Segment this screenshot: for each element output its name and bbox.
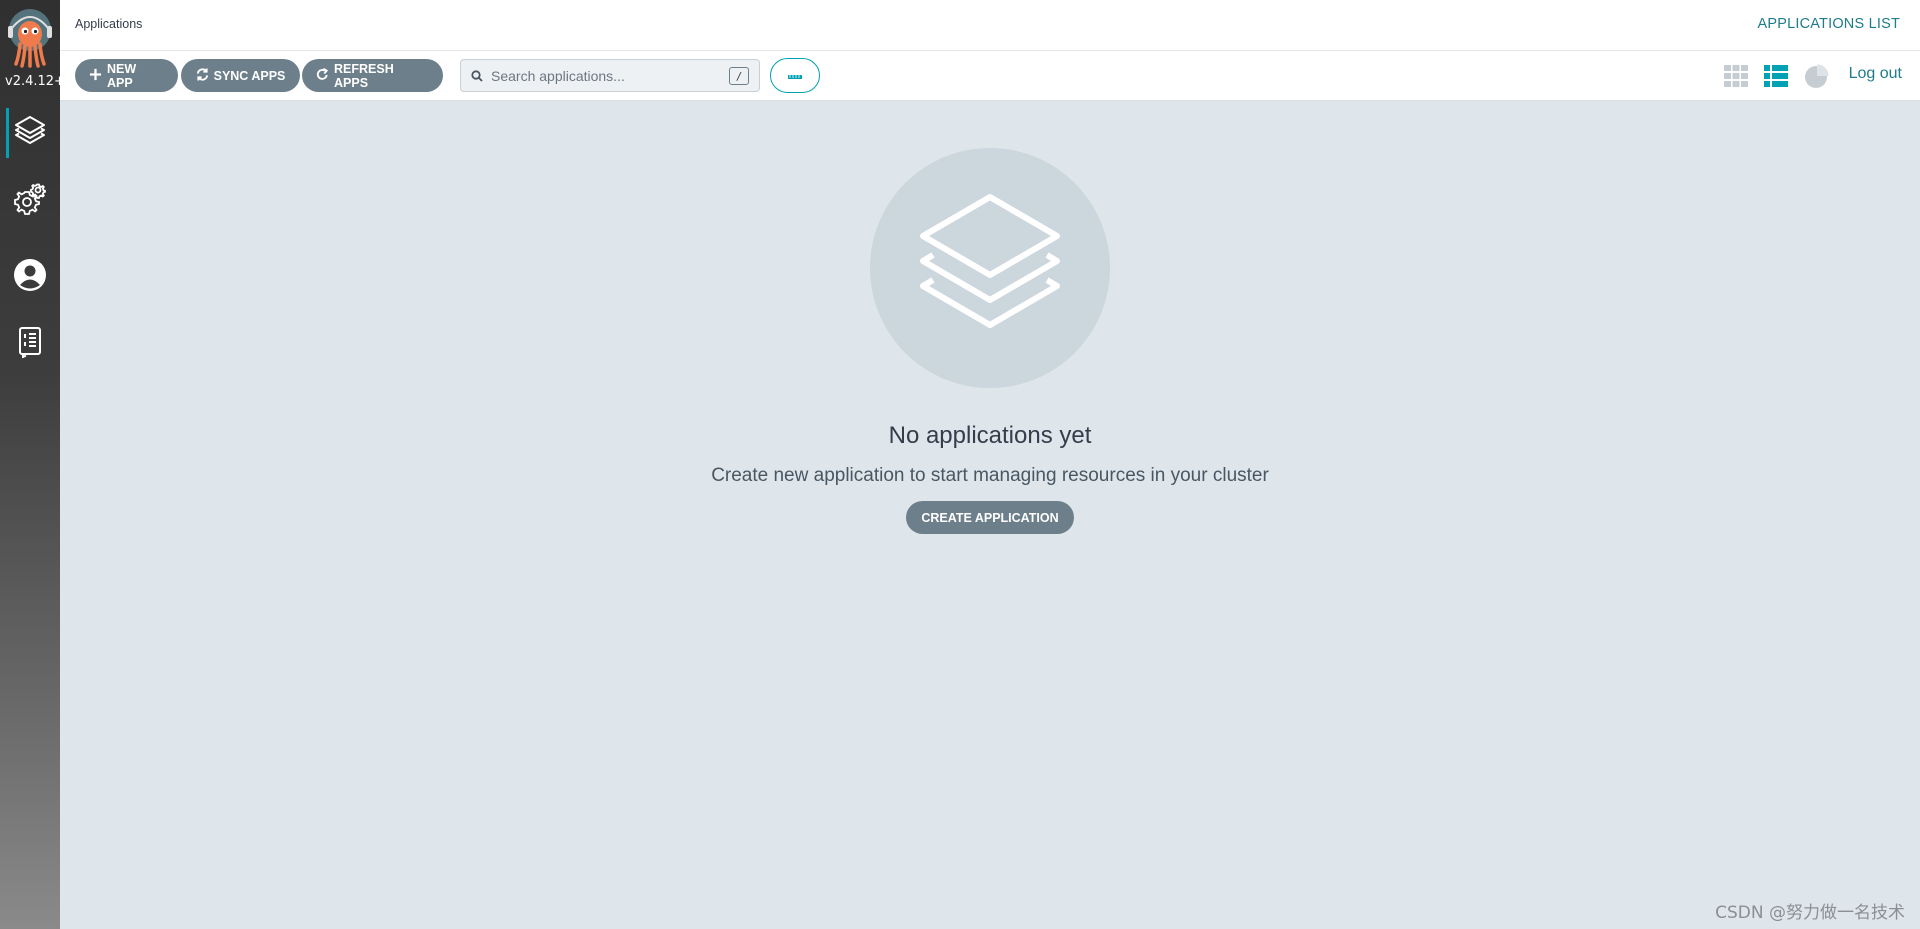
empty-state-illustration [870, 148, 1110, 388]
plus-icon [89, 68, 102, 84]
search-input[interactable] [491, 64, 721, 88]
filter-icon [788, 67, 802, 85]
filters-toggle-button[interactable] [770, 58, 820, 93]
toolbar: NEW APP SYNC APPS REFRESH APPS / [60, 51, 1920, 101]
docs-icon [17, 326, 43, 363]
sidebar: v2.4.12+ [0, 0, 60, 929]
layers-icon [14, 114, 46, 151]
logout-link[interactable]: Log out [1849, 65, 1902, 83]
sync-apps-button[interactable]: SYNC APPS [181, 59, 300, 92]
refresh-icon [316, 67, 329, 84]
summary-pie-icon[interactable] [1803, 63, 1829, 89]
sync-apps-label: SYNC APPS [213, 68, 286, 83]
sidebar-item-user-info[interactable] [0, 249, 60, 305]
version-label: v2.4.12+ [5, 74, 60, 89]
user-icon [13, 258, 47, 297]
refresh-apps-label: REFRESH APPS [334, 61, 394, 90]
tiles-view-icon[interactable] [1723, 63, 1749, 89]
empty-state: No applications yet Create new applicati… [60, 101, 1920, 929]
layers-icon [915, 191, 1065, 346]
search-shortcut-hint: / [729, 67, 749, 85]
sync-icon [196, 67, 209, 84]
top-bar: Applications APPLICATIONS LIST [60, 0, 1920, 51]
gear-icon [14, 183, 46, 220]
breadcrumb[interactable]: Applications [75, 17, 142, 31]
search-box: / [460, 59, 760, 92]
search-icon [471, 69, 483, 87]
watermark: CSDN @努力做一名技术 [1715, 903, 1905, 923]
sidebar-item-settings[interactable] [0, 173, 60, 229]
new-app-label: NEW APP [107, 61, 137, 90]
list-view-icon[interactable] [1763, 63, 1789, 89]
sidebar-item-documentation[interactable] [0, 316, 60, 372]
create-application-button[interactable]: CREATE APPLICATION [906, 501, 1074, 534]
argo-logo[interactable] [6, 8, 54, 68]
new-app-button[interactable]: NEW APP [75, 59, 178, 92]
refresh-apps-button[interactable]: REFRESH APPS [302, 59, 443, 92]
empty-state-subtitle: Create new application to start managing… [711, 465, 1269, 486]
sidebar-item-applications[interactable] [0, 104, 60, 160]
empty-state-title: No applications yet [888, 422, 1092, 449]
page-title: APPLICATIONS LIST [1757, 16, 1900, 32]
